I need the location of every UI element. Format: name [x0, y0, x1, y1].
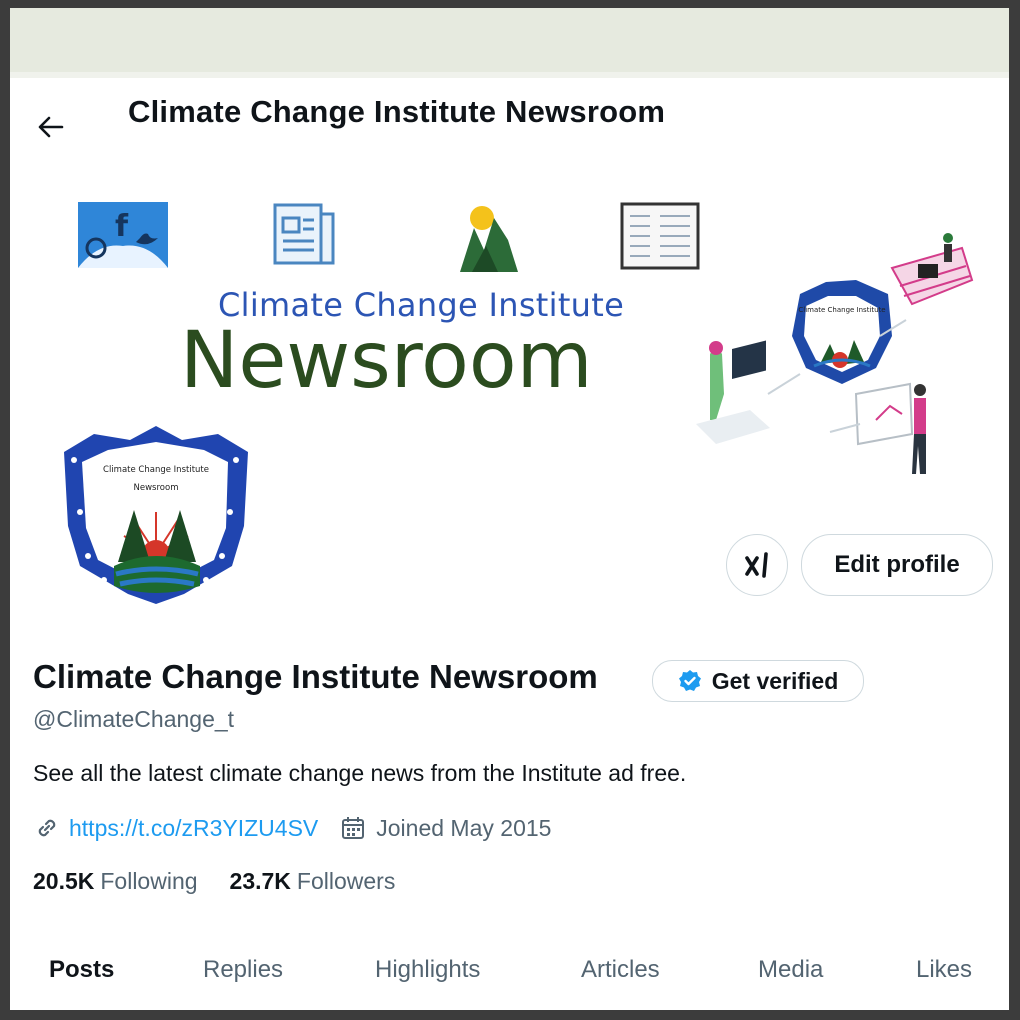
get-verified-button[interactable]: Get verified: [652, 660, 864, 702]
followers-label: Followers: [296, 868, 396, 894]
tab-articles[interactable]: Articles: [581, 956, 660, 984]
tab-media[interactable]: Media: [758, 956, 823, 984]
following-label: Following: [100, 868, 198, 894]
back-arrow-icon[interactable]: [36, 112, 66, 142]
grok-icon: [745, 552, 768, 578]
svg-text:f: f: [115, 209, 129, 244]
edit-profile-button[interactable]: Edit profile: [801, 534, 993, 596]
profile-page: Climate Change Institute Newsroom f Clim…: [10, 8, 1009, 1010]
banner-subtitle: Newsroom: [180, 316, 593, 406]
header-title: Climate Change Institute Newsroom: [128, 94, 666, 129]
avatar-line1: Climate Change Institute: [103, 465, 209, 475]
link-icon: [38, 819, 56, 837]
followers-count: 23.7K: [229, 868, 291, 894]
verified-badge-icon: [678, 670, 701, 691]
joined-date: Joined May 2015: [376, 814, 552, 841]
mountain-sun-icon: [460, 206, 518, 272]
profile-meta: https://t.co/zR3YIZU4SV Joined May 2015: [33, 814, 551, 842]
follow-stats: 20.5K Following 23.7K Followers: [33, 868, 395, 895]
profile-bio: See all the latest climate change news f…: [33, 760, 687, 786]
tab-likes[interactable]: Likes: [916, 956, 972, 984]
profile-header: Climate Change Institute Newsroom: [10, 78, 1009, 158]
calendar-icon: [342, 817, 365, 839]
newspaper-icon: [273, 203, 335, 265]
profile-avatar[interactable]: Climate Change Institute Newsroom: [60, 426, 250, 606]
following-count: 20.5K: [33, 868, 95, 894]
profile-name: Climate Change Institute Newsroom: [33, 658, 598, 695]
followers-stat[interactable]: 23.7K Followers: [230, 868, 396, 895]
following-stat[interactable]: 20.5K Following: [33, 868, 198, 895]
grok-button[interactable]: [726, 534, 788, 596]
profile-link[interactable]: https://t.co/zR3YIZU4SV: [69, 815, 318, 842]
top-strip: [10, 8, 1009, 78]
get-verified-label: Get verified: [711, 667, 839, 694]
profile-handle: @ClimateChange_t: [33, 706, 235, 732]
tab-highlights[interactable]: Highlights: [375, 956, 480, 984]
svg-text:Climate Change Institute: Climate Change Institute: [798, 306, 885, 314]
tab-replies[interactable]: Replies: [203, 956, 283, 984]
window-frame: Climate Change Institute Newsroom f Clim…: [0, 0, 1020, 1020]
tab-posts[interactable]: Posts: [49, 956, 114, 984]
avatar-line2: Newsroom: [134, 483, 179, 493]
social-media-icon: f: [78, 202, 168, 268]
profile-tabs: Posts Replies Highlights Articles Media …: [10, 938, 1009, 1010]
office-illustration: Climate Change Institute: [696, 233, 974, 474]
